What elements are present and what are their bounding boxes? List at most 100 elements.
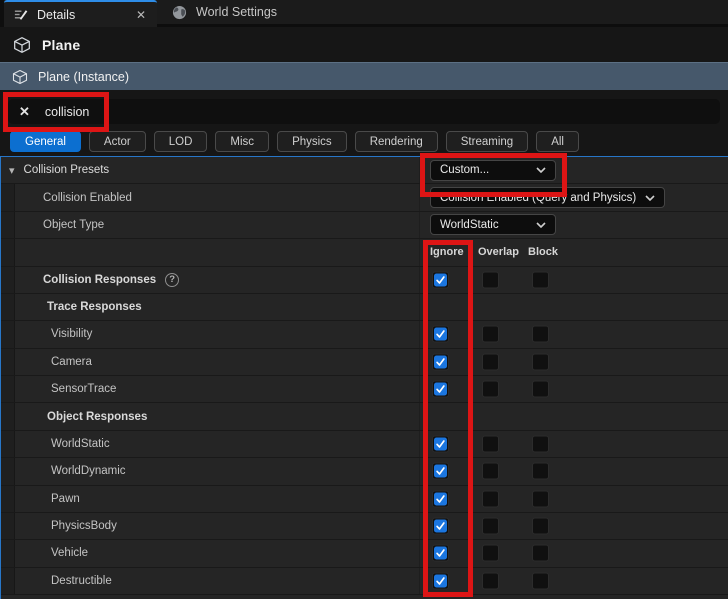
property-label: Camera xyxy=(51,356,92,368)
checkbox-overlap[interactable] xyxy=(482,271,499,288)
static-mesh-icon xyxy=(12,69,28,85)
collision-presets-dropdown[interactable]: Custom... xyxy=(430,160,556,181)
checkbox-block[interactable] xyxy=(532,545,549,562)
instance-label: Plane (Instance) xyxy=(38,70,129,84)
chevron-down-icon xyxy=(645,195,655,201)
row-pawn: Pawn xyxy=(1,486,728,513)
tab-bar: Details ✕ World Settings xyxy=(0,0,728,27)
checkbox-overlap[interactable] xyxy=(482,381,499,398)
row-gutter xyxy=(1,239,15,265)
row-gutter xyxy=(1,540,15,566)
property-label: Trace Responses xyxy=(47,301,142,313)
filter-button-all[interactable]: All xyxy=(536,131,579,152)
check-icon xyxy=(435,384,446,395)
property-label: Destructible xyxy=(51,575,112,587)
collision-enabled-label: Collision Enabled xyxy=(43,192,132,204)
filter-button-physics[interactable]: Physics xyxy=(277,131,347,152)
row-object-type: Object Type WorldStatic xyxy=(1,212,728,239)
checkbox-overlap[interactable] xyxy=(482,518,499,535)
checkbox-block[interactable] xyxy=(532,353,549,370)
row-sensortrace: SensorTrace xyxy=(1,376,728,403)
checkbox-ignore[interactable] xyxy=(432,490,449,507)
clear-search-icon[interactable]: ✕ xyxy=(19,105,30,118)
page-title: Plane xyxy=(42,37,80,53)
checkbox-overlap[interactable] xyxy=(482,463,499,480)
checkbox-block[interactable] xyxy=(532,326,549,343)
row-gutter xyxy=(1,486,15,512)
checkbox-overlap[interactable] xyxy=(482,545,499,562)
row-gutter xyxy=(1,321,15,347)
row-collision-responses: Collision Responses? xyxy=(1,267,728,294)
collision-enabled-value: Collision Enabled (Query and Physics) xyxy=(440,192,636,204)
property-label: PhysicsBody xyxy=(51,520,117,532)
tab-world-settings-label: World Settings xyxy=(196,5,277,19)
object-type-dropdown[interactable]: WorldStatic xyxy=(430,214,556,235)
filter-button-streaming[interactable]: Streaming xyxy=(446,131,528,152)
collision-enabled-dropdown[interactable]: Collision Enabled (Query and Physics) xyxy=(430,187,665,208)
row-destructible: Destructible xyxy=(1,568,728,595)
tab-details[interactable]: Details ✕ xyxy=(4,0,157,27)
checkbox-block[interactable] xyxy=(532,490,549,507)
property-label: Vehicle xyxy=(51,547,88,559)
close-icon[interactable]: ✕ xyxy=(136,9,146,21)
checkbox-ignore[interactable] xyxy=(432,435,449,452)
collision-presets-value: Custom... xyxy=(440,164,489,176)
checkbox-ignore[interactable] xyxy=(432,463,449,480)
check-icon xyxy=(435,274,446,285)
column-header-overlap: Overlap xyxy=(478,239,519,265)
property-label: Pawn xyxy=(51,493,80,505)
chevron-down-icon xyxy=(536,222,546,228)
row-collision-presets: ▾ Collision Presets Custom... xyxy=(1,157,728,184)
expander-arrow-icon[interactable]: ▾ xyxy=(9,164,15,177)
check-icon xyxy=(435,438,446,449)
checkbox-block[interactable] xyxy=(532,572,549,589)
check-icon xyxy=(435,575,446,586)
filter-button-general[interactable]: General xyxy=(10,131,81,152)
row-gutter xyxy=(1,349,15,375)
property-label: Collision Responses xyxy=(43,274,156,286)
row-gutter xyxy=(1,458,15,484)
row-gutter xyxy=(1,513,15,539)
checkbox-overlap[interactable] xyxy=(482,435,499,452)
checkbox-overlap[interactable] xyxy=(482,353,499,370)
check-icon xyxy=(435,356,446,367)
row-gutter xyxy=(1,376,15,402)
checkbox-block[interactable] xyxy=(532,463,549,480)
checkbox-ignore[interactable] xyxy=(432,326,449,343)
row-object-responses: Object Responses xyxy=(1,403,728,430)
checkbox-ignore[interactable] xyxy=(432,572,449,589)
row-collision-enabled: Collision Enabled Collision Enabled (Que… xyxy=(1,184,728,211)
checkbox-ignore[interactable] xyxy=(432,271,449,288)
column-header-ignore: Ignore xyxy=(430,239,464,265)
filter-button-actor[interactable]: Actor xyxy=(89,131,146,152)
checkbox-overlap[interactable] xyxy=(482,572,499,589)
checkbox-ignore[interactable] xyxy=(432,381,449,398)
checkbox-block[interactable] xyxy=(532,381,549,398)
object-type-label: Object Type xyxy=(43,219,104,231)
check-icon xyxy=(435,548,446,559)
check-icon xyxy=(435,493,446,504)
tab-world-settings[interactable]: World Settings xyxy=(157,0,277,24)
row-gutter xyxy=(1,267,15,293)
checkbox-ignore[interactable] xyxy=(432,518,449,535)
filter-button-rendering[interactable]: Rendering xyxy=(355,131,438,152)
checkbox-ignore[interactable] xyxy=(432,353,449,370)
checkbox-overlap[interactable] xyxy=(482,326,499,343)
checkbox-ignore[interactable] xyxy=(432,545,449,562)
property-label: Visibility xyxy=(51,328,92,340)
row-gutter xyxy=(1,212,15,238)
instance-row[interactable]: Plane (Instance) xyxy=(0,62,728,90)
checkbox-block[interactable] xyxy=(532,435,549,452)
search-value: collision xyxy=(45,105,89,119)
static-mesh-icon xyxy=(13,36,31,54)
search-input[interactable]: ✕ collision xyxy=(8,99,720,124)
checkbox-overlap[interactable] xyxy=(482,490,499,507)
row-gutter xyxy=(1,294,15,320)
filter-button-lod[interactable]: LOD xyxy=(154,131,208,152)
check-icon xyxy=(435,521,446,532)
check-icon xyxy=(435,466,446,477)
checkbox-block[interactable] xyxy=(532,518,549,535)
filter-button-misc[interactable]: Misc xyxy=(215,131,269,152)
help-icon[interactable]: ? xyxy=(165,273,179,287)
checkbox-block[interactable] xyxy=(532,271,549,288)
